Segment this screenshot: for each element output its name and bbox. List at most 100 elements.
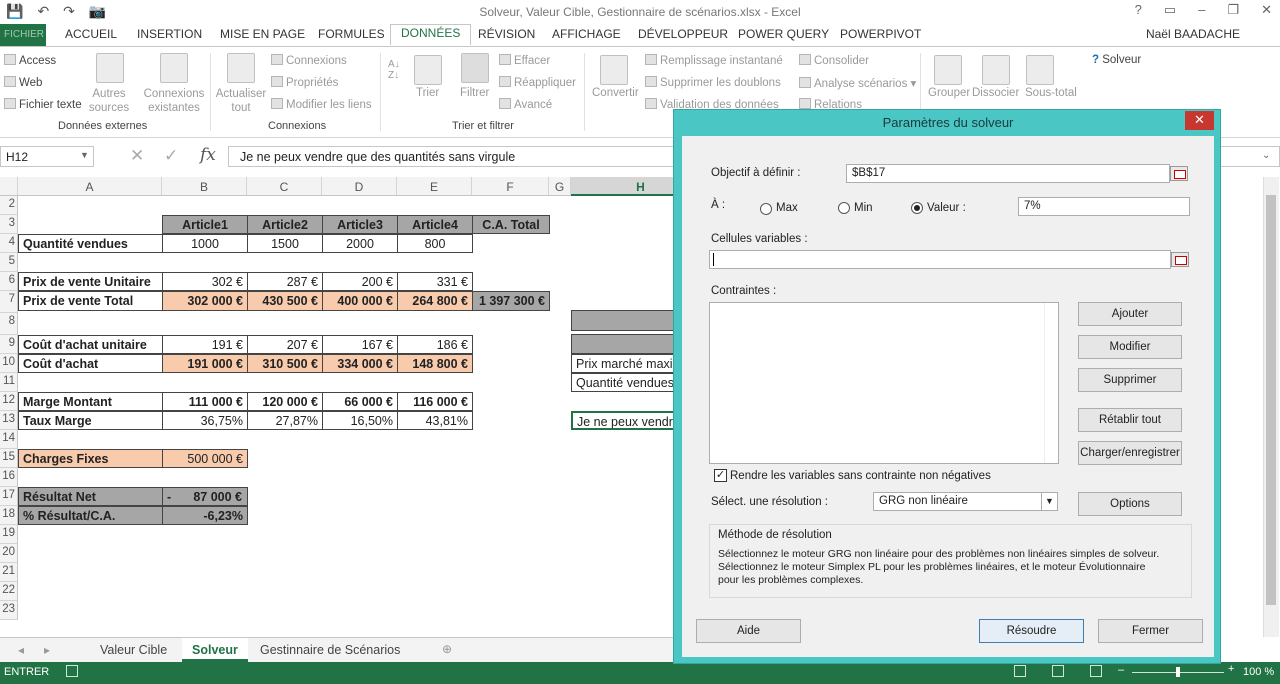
row-header[interactable]: 17 [0, 487, 18, 506]
add-sheet-icon[interactable]: ⊕ [442, 642, 452, 656]
header-article3[interactable]: Article3 [322, 215, 398, 234]
cell-pt-3[interactable]: 400 000 € [322, 291, 398, 311]
cell-cu-2[interactable]: 207 € [247, 335, 323, 354]
row-header[interactable]: 13 [0, 411, 18, 430]
properties-button[interactable]: Propriétés [271, 76, 338, 89]
row-header[interactable]: 12 [0, 392, 18, 411]
refresh-all-button[interactable]: Actualiser tout [214, 87, 268, 115]
normal-view-icon[interactable] [1014, 665, 1026, 677]
cell-resultat-net[interactable]: - 87 000 € [162, 487, 248, 506]
close-icon[interactable]: ✕ [1185, 111, 1214, 130]
clear-filter-button[interactable]: Effacer [499, 54, 550, 67]
cell-cu-1[interactable]: 191 € [162, 335, 248, 354]
cell-pt-1[interactable]: 302 000 € [162, 291, 248, 311]
select-all-corner[interactable] [0, 177, 18, 196]
group-button[interactable]: Grouper [928, 87, 970, 99]
tab-revision[interactable]: RÉVISION [478, 27, 535, 41]
cell-tm-4[interactable]: 43,81% [397, 411, 473, 430]
help-button[interactable]: ? [1135, 2, 1142, 18]
row-header[interactable]: 2 [0, 196, 18, 215]
tab-donnees[interactable]: DONNÉES [390, 24, 472, 45]
cancel-entry-icon[interactable]: ✕ [130, 146, 144, 166]
cell-qty-4[interactable]: 800 [397, 234, 473, 253]
label-cout-achat[interactable]: Coût d'achat [18, 354, 163, 373]
ungroup-button[interactable]: Dissocier [972, 87, 1019, 99]
column-header-e[interactable]: E [397, 177, 472, 196]
insert-function-icon[interactable]: fx [200, 145, 216, 165]
close-window-button[interactable]: ✕ [1261, 2, 1272, 18]
tab-formules[interactable]: FORMULES [318, 27, 385, 41]
restore-button[interactable]: ❐ [1227, 2, 1239, 18]
solver-button[interactable]: ? Solveur [1092, 54, 1141, 66]
name-box-dropdown-icon[interactable]: ▼ [80, 150, 89, 160]
cell-resultat-ca[interactable]: -6,23% [162, 506, 248, 525]
tab-mise-en-page[interactable]: MISE EN PAGE [220, 27, 305, 41]
tab-affichage[interactable]: AFFICHAGE [552, 27, 621, 41]
tab-insertion[interactable]: INSERTION [137, 27, 202, 41]
page-break-view-icon[interactable] [1090, 665, 1102, 677]
cell-pt-2[interactable]: 430 500 € [247, 291, 323, 311]
header-article1[interactable]: Article1 [162, 215, 248, 234]
column-header-g[interactable]: G [549, 177, 571, 196]
cell-qty-1[interactable]: 1000 [162, 234, 248, 253]
access-button[interactable]: Access [4, 54, 56, 67]
cell-qty-3[interactable]: 2000 [322, 234, 398, 253]
flash-fill-button[interactable]: Remplissage instantané [645, 54, 783, 67]
value-input[interactable]: 7% [1018, 197, 1190, 216]
minimize-button[interactable]: – [1198, 2, 1205, 18]
subtotal-button[interactable]: Sous-total [1025, 87, 1077, 99]
cell-tm-3[interactable]: 16,50% [322, 411, 398, 430]
variables-ref-icon[interactable] [1171, 252, 1189, 267]
row-header[interactable]: 6 [0, 272, 18, 291]
column-header-c[interactable]: C [247, 177, 322, 196]
row-header[interactable]: 4 [0, 234, 18, 253]
row-header[interactable]: 14 [0, 430, 18, 449]
cell-charges-fixes[interactable]: 500 000 € [162, 449, 248, 468]
row-header[interactable]: 15 [0, 449, 18, 468]
label-taux-marge[interactable]: Taux Marge [18, 411, 163, 430]
delete-button[interactable]: Supprimer [1078, 368, 1182, 392]
row-header[interactable]: 19 [0, 525, 18, 544]
row-header[interactable]: 11 [0, 373, 18, 392]
header-ca-total[interactable]: C.A. Total [472, 215, 550, 234]
min-radio[interactable] [838, 202, 850, 214]
ribbon-display-button[interactable]: ▭ [1164, 2, 1176, 18]
cell-qty-2[interactable]: 1500 [247, 234, 323, 253]
macro-record-icon[interactable] [66, 665, 78, 677]
column-header-h[interactable]: H [571, 177, 676, 196]
row-header[interactable]: 20 [0, 544, 18, 563]
help-button[interactable]: Aide [696, 619, 801, 643]
cell-ca-2[interactable]: 310 500 € [247, 354, 323, 373]
what-if-analysis-button[interactable]: Analyse scénarios ▾ [799, 76, 916, 90]
edit-links-button[interactable]: Modifier les liens [271, 98, 372, 111]
cell-pu-2[interactable]: 287 € [247, 272, 323, 291]
tab-accueil[interactable]: ACCUEIL [65, 27, 117, 41]
column-header-f[interactable]: F [472, 177, 549, 196]
cell-cu-4[interactable]: 186 € [397, 335, 473, 354]
column-header-d[interactable]: D [322, 177, 397, 196]
header-article2[interactable]: Article2 [247, 215, 323, 234]
connections-button[interactable]: Connexions [271, 54, 347, 67]
zoom-level[interactable]: 100 % [1243, 666, 1274, 678]
row-header[interactable]: 22 [0, 582, 18, 601]
tab-developpeur[interactable]: DÉVELOPPEUR [638, 27, 728, 41]
other-sources-button[interactable]: Autres sources [86, 87, 132, 115]
label-prix-unitaire[interactable]: Prix de vente Unitaire [18, 272, 163, 291]
web-button[interactable]: Web [4, 76, 42, 89]
reapply-button[interactable]: Réappliquer [499, 76, 576, 89]
next-sheet-icon[interactable]: ▸ [44, 643, 50, 657]
label-resultat-ca[interactable]: % Résultat/C.A. [18, 506, 163, 525]
page-layout-view-icon[interactable] [1052, 665, 1064, 677]
cell-h12-selected[interactable]: Je ne peux vendre [571, 411, 676, 430]
sheet-tab-scenarios[interactable]: Gestinnaire de Scénarios [250, 638, 410, 662]
row-header[interactable]: 7 [0, 291, 18, 313]
chevron-down-icon[interactable]: ▼ [1041, 493, 1057, 510]
text-file-button[interactable]: Fichier texte [4, 98, 82, 111]
label-prix-total[interactable]: Prix de vente Total [18, 291, 163, 311]
header-article4[interactable]: Article4 [397, 215, 473, 234]
cell-ca-3[interactable]: 334 000 € [322, 354, 398, 373]
tab-fichier[interactable]: FICHIER [0, 24, 46, 46]
modify-button[interactable]: Modifier [1078, 335, 1182, 359]
column-header-b[interactable]: B [162, 177, 247, 196]
close-button[interactable]: Fermer [1098, 619, 1203, 643]
